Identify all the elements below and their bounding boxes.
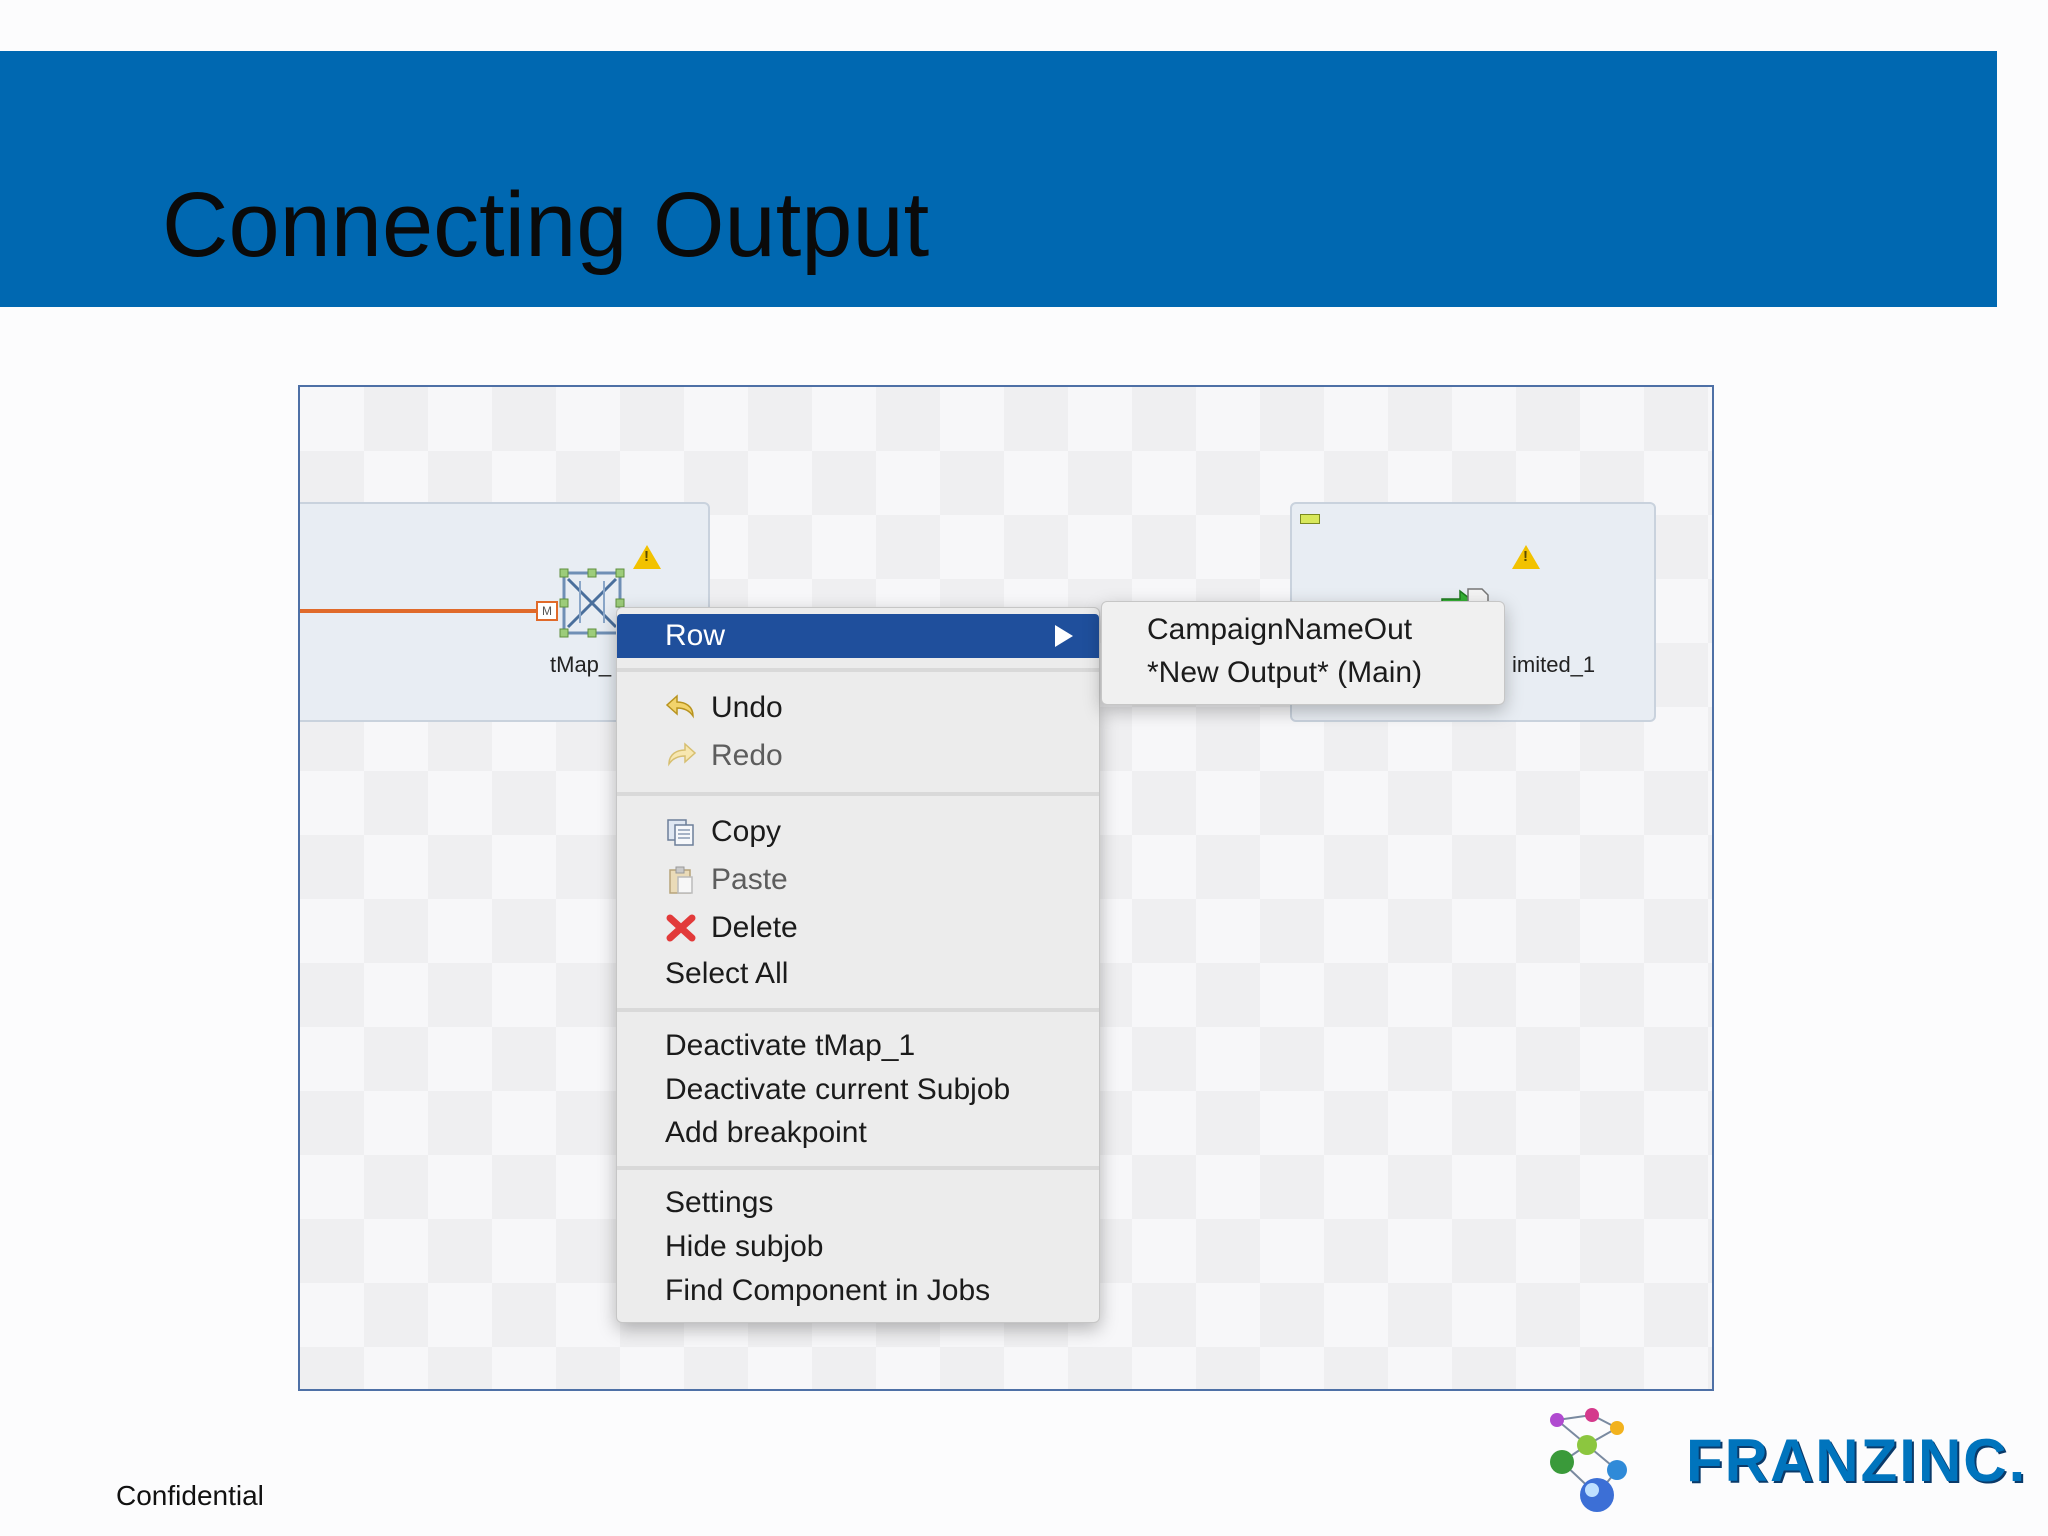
menu-item-find-component-label: Find Component in Jobs: [665, 1274, 991, 1307]
footer-confidential: Confidential: [116, 1480, 264, 1511]
menu-item-settings-label: Settings: [665, 1186, 774, 1219]
menu-item-select-all[interactable]: Select All: [617, 952, 1099, 996]
output-component-status: [1300, 514, 1320, 524]
undo-icon: [665, 694, 694, 719]
talend-designer-screenshot: M tMap_ imited_1 Row: [298, 385, 1714, 1391]
menu-item-undo[interactable]: Undo: [617, 686, 1099, 730]
menu-item-delete[interactable]: Delete: [617, 906, 1099, 950]
menu-item-deactivate-subjob-label: Deactivate current Subjob: [665, 1073, 1011, 1106]
submenu-arrow-icon: [1055, 625, 1073, 647]
redo-icon: [668, 742, 697, 767]
menu-item-undo-label: Undo: [711, 691, 783, 724]
row-submenu: CampaignNameOut *New Output* (Main): [1101, 601, 1505, 705]
output-component-label[interactable]: imited_1: [1512, 652, 1595, 678]
menu-separator: [617, 1166, 1099, 1170]
tmap-component[interactable]: M: [536, 563, 626, 653]
menu-item-copy-label: Copy: [711, 815, 782, 848]
menu-item-paste-label: Paste: [711, 863, 788, 896]
slide-title: Connecting Output: [162, 174, 930, 276]
menu-separator: [617, 1008, 1099, 1012]
franz-logo-icon: [1550, 1408, 1627, 1512]
menu-item-add-breakpoint-label: Add breakpoint: [665, 1116, 867, 1149]
menu-item-delete-label: Delete: [711, 911, 798, 944]
warning-icon: [1512, 545, 1540, 569]
menu-item-paste[interactable]: Paste: [617, 858, 1099, 902]
paste-icon: [669, 866, 693, 894]
menu-separator: [617, 668, 1099, 672]
context-menu: Row Undo Redo Copy Paste Delete Select A…: [616, 607, 1100, 1323]
menu-separator: [617, 792, 1099, 796]
menu-item-redo-label: Redo: [711, 739, 783, 772]
menu-item-copy[interactable]: Copy: [617, 810, 1099, 854]
delete-icon: [666, 914, 696, 942]
menu-item-deactivate-component[interactable]: Deactivate tMap_1: [617, 1024, 1099, 1068]
copy-icon: [667, 819, 694, 846]
menu-item-deactivate-subjob[interactable]: Deactivate current Subjob: [617, 1068, 1099, 1112]
row-link-line[interactable]: [300, 609, 536, 613]
menu-item-hide-subjob[interactable]: Hide subjob: [617, 1225, 1099, 1269]
menu-item-find-component[interactable]: Find Component in Jobs: [617, 1269, 1099, 1313]
submenu-item-new-output[interactable]: *New Output* (Main): [1147, 652, 1422, 694]
tmap-component-label[interactable]: tMap_: [550, 652, 611, 678]
menu-item-hide-subjob-label: Hide subjob: [665, 1230, 824, 1263]
menu-item-settings[interactable]: Settings: [617, 1181, 1099, 1225]
menu-item-deactivate-component-label: Deactivate tMap_1: [665, 1029, 916, 1062]
warning-icon: [633, 545, 661, 569]
menu-item-redo[interactable]: Redo: [617, 734, 1099, 778]
menu-item-select-all-label: Select All: [665, 957, 789, 990]
menu-item-add-breakpoint[interactable]: Add breakpoint: [617, 1111, 1099, 1155]
menu-item-row[interactable]: Row: [617, 614, 1099, 658]
menu-item-row-label: Row: [665, 619, 726, 652]
franz-logo-text: FRANZINC.: [1686, 1427, 2028, 1494]
submenu-item-campaign-name-out[interactable]: CampaignNameOut: [1147, 609, 1412, 651]
